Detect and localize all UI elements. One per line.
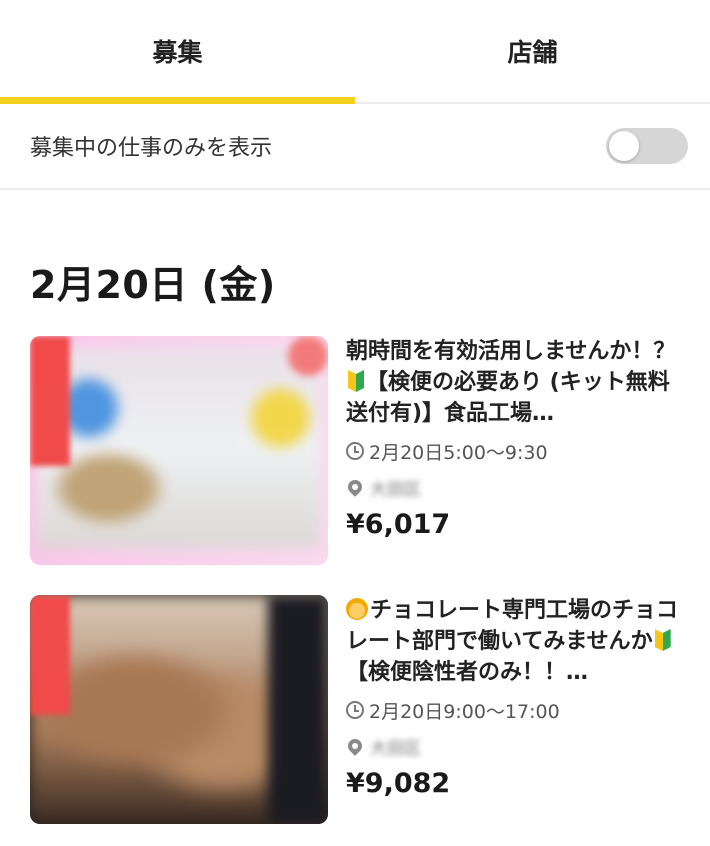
job-title-text: チョコレート専門工場のチョコレート部門で働いてみませんか [346,598,679,654]
beginner-mark-icon [348,370,364,392]
job-info: 朝時間を有効活用しませんか！？ 【検便の必要あり (キット無料送付有)】食品工場…… [345,336,690,540]
job-thumbnail [30,336,328,565]
filter-label: 募集中の仕事のみを表示 [30,136,273,161]
job-info: チョコレート専門工場のチョコレート部門で働いてみませんか【検便陰性者のみ！！… … [345,595,690,799]
job-title-text-cont: 【検便陰性者のみ！！… [346,660,589,685]
job-area-row: 大田区 [345,732,690,760]
person-emoji-icon [346,598,368,620]
tab-recruitment[interactable]: 募集 [0,0,355,104]
job-area-row: 大田区 [345,473,690,501]
tab-bar: 募集 店舗 [0,0,710,104]
job-thumbnail [30,595,328,824]
open-jobs-toggle[interactable] [606,128,688,164]
job-card[interactable]: 朝時間を有効活用しませんか！？ 【検便の必要あり (キット無料送付有)】食品工場…… [30,336,690,566]
clock-icon [346,701,364,719]
job-area: 大田区 [370,738,421,759]
job-price: ¥6,017 [346,509,451,540]
open-jobs-filter: 募集中の仕事のみを表示 [0,104,710,190]
location-pin-icon [345,477,365,497]
tab-stores[interactable]: 店舗 [355,0,710,102]
job-area: 大田区 [370,479,421,500]
job-price: ¥9,082 [346,768,451,799]
clock-icon [346,442,364,460]
beginner-mark-icon [654,629,671,651]
job-time: 2月20日5:00～9:30 [369,441,548,464]
job-time-row: 2月20日9:00～17:00 [346,696,690,724]
job-time: 2月20日9:00～17:00 [369,700,560,723]
job-title: 朝時間を有効活用しませんか！？ 【検便の必要あり (キット無料送付有)】食品工場… [346,336,690,429]
job-title-text: 朝時間を有効活用しませんか！？ [346,339,676,364]
job-card[interactable]: チョコレート専門工場のチョコレート部門で働いてみませんか【検便陰性者のみ！！… … [30,595,690,825]
job-title: チョコレート専門工場のチョコレート部門で働いてみませんか【検便陰性者のみ！！… [346,595,690,688]
toggle-knob [609,131,639,161]
location-pin-icon [345,736,365,756]
job-time-row: 2月20日5:00～9:30 [346,437,690,465]
job-title-text-cont: 【検便の必要あり (キット無料送付有)】食品工場… [346,370,670,426]
date-heading: 2月20日 (金) [30,263,276,307]
